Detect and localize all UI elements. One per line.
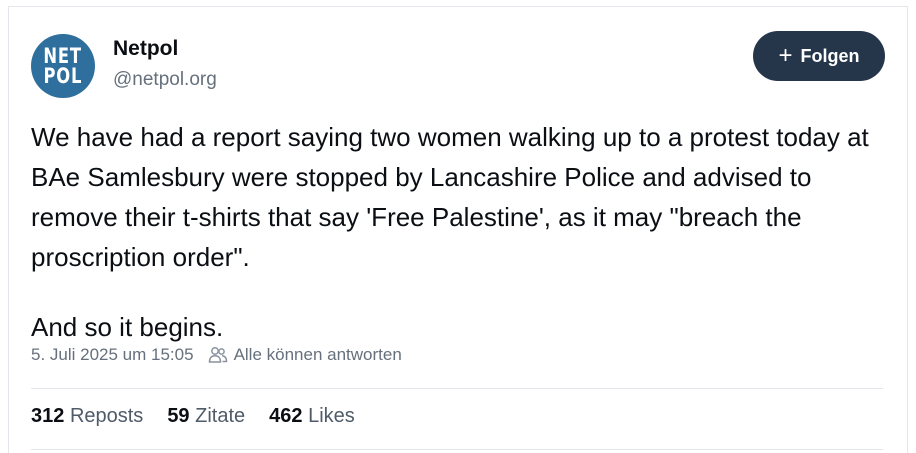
likes-label: Likes <box>308 405 355 427</box>
author-display-name[interactable]: Netpol <box>113 37 178 61</box>
reposts-label: Reposts <box>69 405 144 427</box>
post-paragraph: And so it begins. <box>31 312 224 342</box>
post-card: NET POL Netpol @netpol.org + Folgen We h… <box>8 6 908 453</box>
divider <box>31 388 883 389</box>
reposts-stat[interactable]: 312 Reposts <box>31 405 143 428</box>
follow-button[interactable]: + Folgen <box>753 31 885 81</box>
engagement-stats: 312 Reposts 59 Zitate 462 Likes <box>31 405 355 428</box>
post-text: We have had a report saying two women wa… <box>31 117 891 347</box>
avatar[interactable]: NET POL <box>31 34 95 98</box>
quotes-stat[interactable]: 59 Zitate <box>167 405 245 428</box>
post-timestamp[interactable]: 5. Juli 2025 um 15:05 <box>31 345 194 365</box>
people-icon <box>208 346 228 364</box>
plus-icon: + <box>778 42 793 69</box>
quotes-count: 59 <box>167 405 190 427</box>
post-meta: 5. Juli 2025 um 15:05 Alle können antwor… <box>31 345 402 365</box>
reply-setting[interactable]: Alle können antworten <box>234 345 402 365</box>
likes-stat[interactable]: 462 Likes <box>269 405 355 428</box>
avatar-text-line2: POL <box>43 64 83 88</box>
reposts-count: 312 <box>31 405 65 427</box>
post-paragraph: We have had a report saying two women wa… <box>31 122 869 272</box>
quotes-label: Zitate <box>195 405 246 427</box>
author-handle[interactable]: @netpol.org <box>113 69 217 91</box>
divider <box>31 449 883 450</box>
likes-count: 462 <box>269 405 303 427</box>
avatar-text-line1: NET <box>43 44 83 68</box>
follow-button-label: Folgen <box>800 45 860 66</box>
